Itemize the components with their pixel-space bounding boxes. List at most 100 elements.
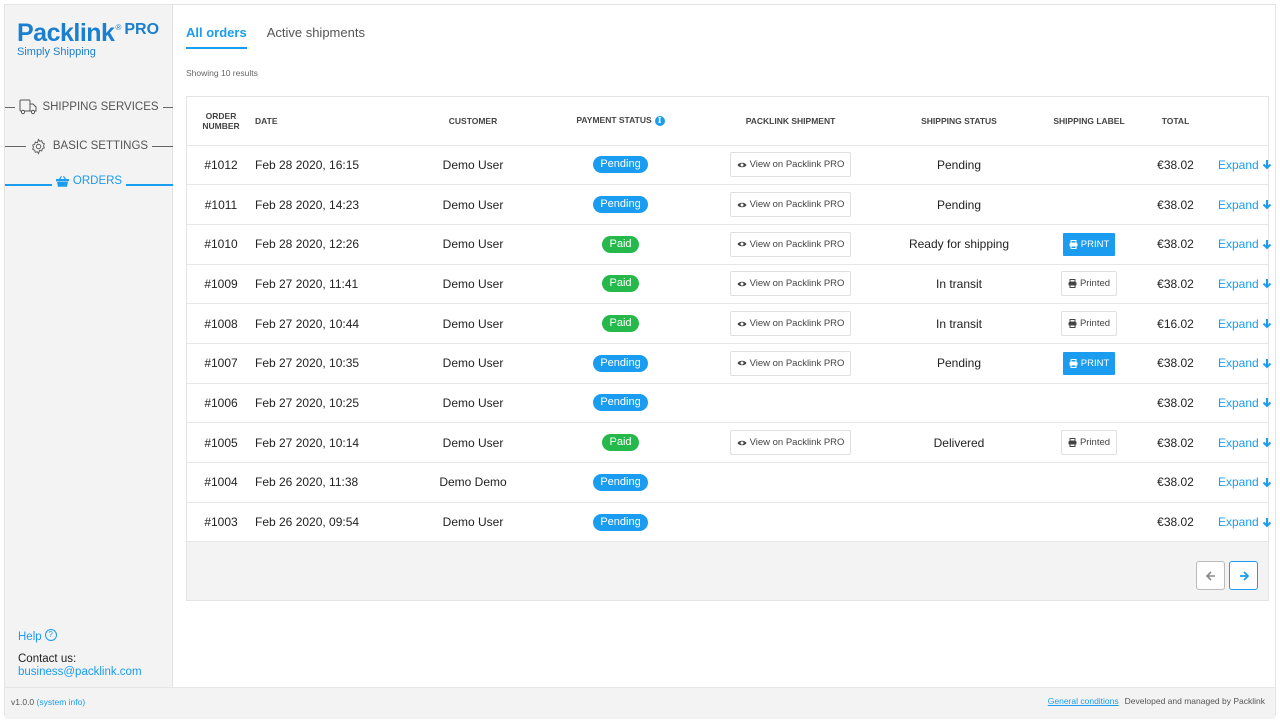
shipping-status: In transit	[873, 303, 1045, 344]
printer-icon	[1068, 319, 1077, 329]
expand-label: Expand	[1218, 316, 1259, 331]
order-number: #1003	[187, 502, 255, 543]
customer-name: Demo User	[413, 383, 533, 424]
order-date: Feb 27 2020, 10:25	[255, 383, 413, 424]
expand-link[interactable]: Expand	[1218, 475, 1272, 489]
customer-name: Demo User	[413, 224, 533, 265]
system-info-link[interactable]: (system info)	[37, 697, 86, 707]
sidebar-item-shipping-services[interactable]: SHIPPING SERVICES	[5, 97, 174, 117]
payment-status-badge: Paid	[602, 434, 639, 452]
payment-status-cell: Pending	[533, 343, 708, 384]
nav-divider	[5, 145, 26, 147]
previous-page-button[interactable]	[1196, 561, 1225, 590]
packlink-shipment-cell: View on Packlink PRO	[708, 303, 873, 344]
view-on-packlink-label: View on Packlink PRO	[749, 357, 845, 369]
shipping-status: Pending	[873, 145, 1045, 186]
customer-name: Demo User	[413, 303, 533, 344]
help-link[interactable]: Help ?	[18, 628, 57, 643]
order-total: €38.02	[1133, 224, 1218, 265]
expand-link[interactable]: Expand	[1218, 317, 1272, 331]
expand-link[interactable]: Expand	[1218, 436, 1272, 450]
expand-link[interactable]: Expand	[1218, 515, 1272, 529]
arrow-down-icon	[1262, 517, 1271, 527]
view-on-packlink-label: View on Packlink PRO	[749, 437, 845, 449]
app-window: Packlink® PRO Simply Shipping SHIPPING SE…	[4, 4, 1276, 719]
arrow-down-icon	[1262, 200, 1271, 210]
view-on-packlink-button[interactable]: View on Packlink PRO	[729, 271, 852, 297]
shipping-label-cell	[1045, 145, 1133, 186]
expand-link[interactable]: Expand	[1218, 237, 1272, 251]
info-icon[interactable]: i	[654, 116, 665, 127]
shipping-label-cell	[1045, 462, 1133, 503]
order-total: €38.02	[1133, 462, 1218, 503]
shipping-status: Pending	[873, 343, 1045, 384]
packlink-logo: Packlink® PRO Simply Shipping	[17, 19, 159, 58]
order-number: #1007	[187, 343, 255, 384]
table-row: #1011 Feb 28 2020, 14:23 Demo User Pendi…	[187, 184, 1271, 225]
sidebar-item-orders[interactable]: ORDERS	[5, 171, 174, 191]
orders-table-body: #1012 Feb 28 2020, 16:15 Demo User Pendi…	[187, 145, 1271, 543]
expand-label: Expand	[1218, 197, 1259, 212]
shipping-label-cell: Printed	[1045, 422, 1133, 463]
expand-link[interactable]: Expand	[1218, 396, 1272, 410]
gear-icon	[30, 137, 48, 155]
packlink-shipment-cell: View on Packlink PRO	[708, 145, 873, 186]
sidebar: Packlink® PRO Simply Shipping SHIPPING SE…	[5, 5, 174, 687]
expand-label: Expand	[1218, 395, 1259, 410]
column-header-shipping-label: Shipping Label	[1045, 97, 1133, 146]
view-on-packlink-button[interactable]: View on Packlink PRO	[729, 152, 852, 178]
payment-status-cell: Pending	[533, 184, 708, 225]
printed-label-button[interactable]: Printed	[1060, 311, 1118, 337]
view-on-packlink-button[interactable]: View on Packlink PRO	[729, 192, 852, 218]
expand-link[interactable]: Expand	[1218, 277, 1272, 291]
contact-email-link[interactable]: business@packlink.com	[18, 666, 142, 678]
payment-status-badge: Pending	[593, 354, 648, 372]
expand-link[interactable]: Expand	[1218, 198, 1272, 212]
packlink-shipment-cell	[708, 462, 873, 503]
order-number: #1012	[187, 145, 255, 186]
order-total: €38.02	[1133, 502, 1218, 543]
order-number: #1004	[187, 462, 255, 503]
tab-all-orders[interactable]: All orders	[186, 25, 247, 49]
shipping-label-cell: Printed	[1045, 264, 1133, 305]
column-header-payment-status: Payment Status i	[533, 97, 708, 146]
expand-label: Expand	[1218, 237, 1259, 252]
logo-tagline: Simply Shipping	[17, 46, 96, 58]
sidebar-item-basic-settings[interactable]: BASIC SETTINGS	[5, 136, 173, 156]
arrow-down-icon	[1262, 319, 1271, 329]
tab-active-shipments[interactable]: Active shipments	[267, 25, 365, 49]
shipping-label-cell: Printed	[1045, 303, 1133, 344]
printed-label-button[interactable]: Printed	[1060, 430, 1118, 456]
eye-icon	[737, 202, 747, 207]
order-total: €38.02	[1133, 343, 1218, 384]
payment-status-cell: Paid	[533, 303, 708, 344]
order-date: Feb 28 2020, 14:23	[255, 184, 413, 225]
expand-label: Expand	[1218, 276, 1259, 291]
table-row: #1008 Feb 27 2020, 10:44 Demo User Paid …	[187, 303, 1271, 344]
expand-link[interactable]: Expand	[1218, 158, 1272, 172]
eye-icon	[737, 440, 747, 445]
print-label-button[interactable]: PRINT	[1062, 351, 1116, 375]
packlink-shipment-cell: View on Packlink PRO	[708, 422, 873, 463]
payment-status-badge: Pending	[593, 513, 648, 531]
column-header-order-number: Order Number	[187, 97, 255, 146]
view-on-packlink-label: View on Packlink PRO	[749, 278, 845, 290]
footer-links: General conditions Developed and managed…	[1048, 696, 1265, 706]
payment-status-cell: Paid	[533, 224, 708, 265]
print-label-button[interactable]: PRINT	[1062, 232, 1116, 256]
logo-wordmark: Packlink	[17, 19, 115, 47]
view-on-packlink-button[interactable]: View on Packlink PRO	[729, 430, 852, 456]
expand-cell: Expand	[1218, 343, 1271, 384]
next-page-button[interactable]	[1229, 561, 1258, 590]
general-conditions-link[interactable]: General conditions	[1048, 696, 1119, 706]
help-label: Help	[18, 631, 42, 643]
expand-cell: Expand	[1218, 383, 1271, 424]
printed-label-button[interactable]: Printed	[1060, 271, 1118, 297]
expand-link[interactable]: Expand	[1218, 356, 1272, 370]
order-date: Feb 28 2020, 12:26	[255, 224, 413, 265]
packlink-shipment-cell: View on Packlink PRO	[708, 343, 873, 384]
view-on-packlink-button[interactable]: View on Packlink PRO	[729, 350, 852, 376]
view-on-packlink-button[interactable]: View on Packlink PRO	[729, 231, 852, 257]
view-on-packlink-button[interactable]: View on Packlink PRO	[729, 311, 852, 337]
nav-divider	[162, 106, 174, 108]
